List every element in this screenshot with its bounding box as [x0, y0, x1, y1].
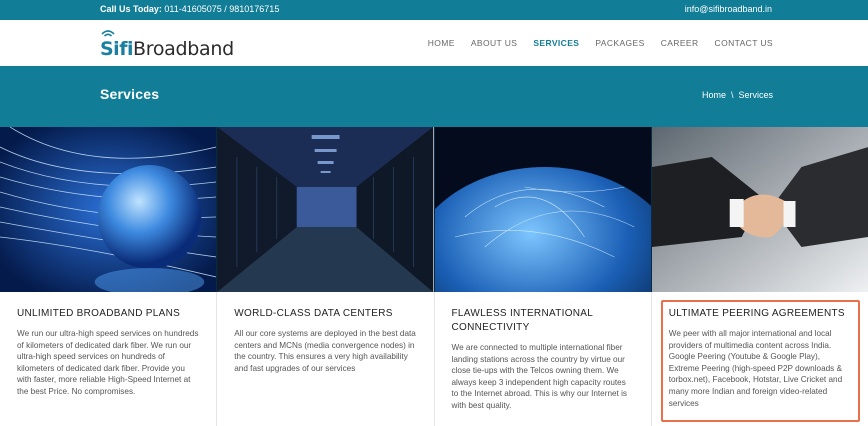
logo-broadband-text: Broadband: [132, 38, 234, 60]
breadcrumb-home[interactable]: Home: [702, 90, 726, 100]
service-card-connectivity: FLAWLESS INTERNATIONAL CONNECTIVITY We a…: [435, 292, 652, 426]
top-bar: Call Us Today: 011-41605075 / 9810176715…: [0, 0, 868, 20]
nav-home[interactable]: HOME: [428, 38, 455, 48]
phone-numbers[interactable]: 011-41605075 / 9810176715: [164, 4, 279, 14]
service-images: [0, 127, 868, 292]
phone-info: Call Us Today: 011-41605075 / 9810176715: [100, 4, 279, 14]
breadcrumb-separator: \: [730, 90, 734, 100]
breadcrumb-current: Services: [738, 90, 773, 100]
nav-career[interactable]: CAREER: [661, 38, 699, 48]
wifi-icon: [101, 30, 115, 37]
nav-packages[interactable]: PACKAGES: [595, 38, 644, 48]
main-nav: HOME ABOUT US SERVICES PACKAGES CAREER C…: [428, 38, 773, 48]
site-header: Sifi Broadband HOME ABOUT US SERVICES PA…: [0, 20, 868, 66]
nav-about-us[interactable]: ABOUT US: [471, 38, 518, 48]
logo-sifi: Sifi: [100, 30, 133, 60]
broadband-globe-image: [0, 127, 218, 292]
service-card-broadband: UNLIMITED BROADBAND PLANS We run our ult…: [0, 292, 218, 426]
service-title: WORLD-CLASS DATA CENTERS: [234, 308, 393, 319]
earth-network-image: [434, 127, 652, 292]
breadcrumb: Home \ Services: [702, 90, 773, 100]
service-card-data-centers: WORLD-CLASS DATA CENTERS All our core sy…: [217, 292, 435, 426]
service-cards: UNLIMITED BROADBAND PLANS We run our ult…: [0, 292, 868, 426]
handshake-image: [651, 127, 868, 292]
service-description: We run our ultra-high speed services on …: [17, 329, 199, 396]
logo-sifi-text: Sifi: [100, 38, 133, 60]
nav-services[interactable]: SERVICES: [533, 38, 579, 48]
service-description: All our core systems are deployed in the…: [234, 329, 416, 373]
page-banner: Services Home \ Services: [0, 66, 868, 127]
highlight-border: [660, 300, 860, 422]
service-title: UNLIMITED BROADBAND PLANS: [17, 308, 181, 319]
service-title: FLAWLESS INTERNATIONAL CONNECTIVITY: [451, 308, 593, 333]
service-card-peering: ULTIMATE PEERING AGREEMENTS We peer with…: [652, 292, 868, 426]
nav-contact-us[interactable]: CONTACT US: [715, 38, 773, 48]
phone-label: Call Us Today:: [100, 4, 162, 14]
site-logo[interactable]: Sifi Broadband: [100, 28, 234, 60]
email-link[interactable]: info@sifibroadband.in: [685, 4, 772, 14]
service-description: We are connected to multiple internation…: [451, 343, 628, 410]
page-title: Services: [100, 86, 160, 102]
data-center-image: [217, 127, 435, 292]
